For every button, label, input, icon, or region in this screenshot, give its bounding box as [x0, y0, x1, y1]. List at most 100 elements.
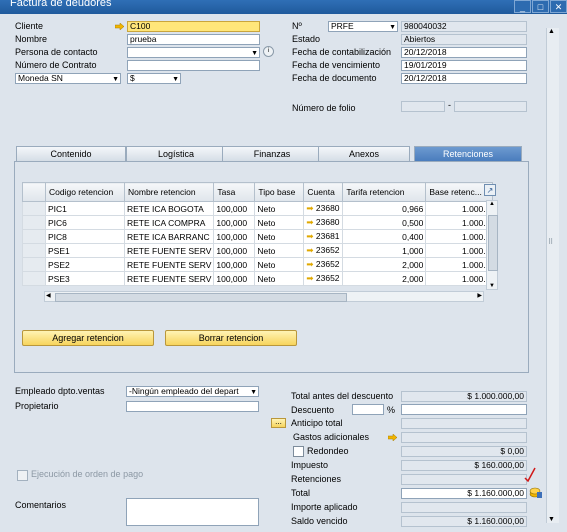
redondeo-checkbox[interactable] [293, 446, 304, 457]
table-cell[interactable]: PIC1 [45, 201, 125, 216]
table-cell[interactable]: 0,966 [342, 201, 427, 216]
comentarios-textarea[interactable] [126, 498, 259, 526]
folio-number-field[interactable] [454, 101, 527, 112]
empleado-select[interactable]: -Ningún empleado del depart ▼ [126, 386, 259, 397]
table-cell[interactable]: 1.000.0 [425, 201, 494, 216]
table-cell[interactable]: 0,400 [342, 229, 427, 244]
anticipo-dots-button[interactable]: ... [271, 418, 286, 428]
tab-finanzas[interactable]: Finanzas [222, 146, 322, 161]
scroll-up-icon[interactable]: ▲ [487, 201, 497, 207]
row-selector[interactable] [22, 201, 46, 216]
info-icon[interactable]: i [263, 46, 274, 57]
column-header[interactable]: Codigo retencion [45, 182, 125, 202]
drag-handle-icon[interactable]: ⠿ [548, 238, 557, 250]
link-arrow-icon[interactable]: ➡ [306, 259, 313, 269]
table-cell[interactable]: PIC6 [45, 215, 125, 230]
column-header[interactable]: Tipo base [254, 182, 305, 202]
table-cell[interactable]: Neto [254, 215, 305, 230]
table-cell[interactable]: RETE FUENTE SERV [123, 243, 215, 258]
table-cell[interactable]: 2,000 [342, 271, 427, 286]
column-header[interactable]: Base retenc... [425, 182, 494, 202]
moneda-type-select[interactable]: Moneda SN ▼ [15, 73, 121, 84]
table-cell[interactable]: ➡ 23680 [303, 201, 344, 216]
table-cell[interactable]: 2,000 [342, 257, 427, 272]
table-cell[interactable]: 100,000 [213, 243, 256, 258]
expand-table-icon[interactable]: ↗ [484, 184, 496, 196]
scroll-thumb[interactable] [488, 215, 498, 271]
coins-icon[interactable] [529, 485, 543, 499]
row-selector[interactable] [22, 215, 46, 230]
table-cell[interactable]: 100,000 [213, 257, 256, 272]
link-arrow-icon[interactable] [388, 434, 397, 441]
row-selector[interactable] [22, 271, 46, 286]
scroll-thumb[interactable] [55, 293, 347, 302]
table-cell[interactable]: PIC8 [45, 229, 125, 244]
table-cell[interactable]: 1.000.0 [425, 215, 494, 230]
scroll-down-icon[interactable]: ▼ [487, 283, 497, 289]
borrar-retencion-button[interactable]: Borrar retencion [165, 330, 297, 346]
table-cell[interactable]: 1,000 [342, 243, 427, 258]
link-arrow-icon[interactable]: ➡ [306, 273, 313, 283]
scroll-down-icon[interactable]: ▼ [548, 516, 555, 523]
cliente-input[interactable]: C100 [127, 21, 260, 32]
row-selector[interactable] [22, 257, 46, 272]
window-vertical-scrollbar[interactable]: ▲ ⠿ ▼ [546, 28, 559, 523]
orden-pago-checkbox[interactable] [17, 470, 28, 481]
nombre-input[interactable]: prueba [127, 34, 260, 45]
table-cell[interactable]: RETE ICA COMPRA [123, 215, 215, 230]
table-cell[interactable]: 100,000 [213, 271, 256, 286]
table-cell[interactable]: Neto [254, 257, 305, 272]
table-cell[interactable]: PSE3 [45, 271, 125, 286]
fecha-documento-input[interactable]: 20/12/2018 [401, 73, 527, 84]
table-row[interactable]: PIC6 RETE ICA COMPRA 100,000 Neto ➡ 2368… [22, 215, 494, 230]
table-cell[interactable]: ➡ 23652 [303, 271, 344, 286]
table-cell[interactable]: 100,000 [213, 229, 256, 244]
table-cell[interactable]: ➡ 23652 [303, 257, 344, 272]
table-cell[interactable]: ➡ 23680 [303, 215, 344, 230]
link-arrow-icon[interactable]: ➡ [306, 245, 313, 255]
table-cell[interactable]: RETE FUENTE SERV [123, 271, 215, 286]
persona-contacto-select[interactable]: ▼ [127, 47, 260, 58]
column-header[interactable]: Tarifa retencion [342, 182, 427, 202]
link-arrow-icon[interactable] [115, 23, 124, 30]
column-header[interactable]: Tasa [213, 182, 256, 202]
table-cell[interactable]: 1.000.0 [425, 229, 494, 244]
agregar-retencion-button[interactable]: Agregar retencion [22, 330, 154, 346]
contrato-input[interactable] [127, 60, 260, 71]
propietario-input[interactable] [126, 401, 259, 412]
table-cell[interactable]: RETE ICA BOGOTA [123, 201, 215, 216]
tab-logistica[interactable]: Logística [126, 146, 226, 161]
descuento-percent-input[interactable] [352, 404, 384, 415]
tab-retenciones[interactable]: Retenciones [414, 146, 522, 161]
table-cell[interactable]: Neto [254, 201, 305, 216]
tab-contenido[interactable]: Contenido [16, 146, 126, 161]
link-arrow-icon[interactable]: ➡ [306, 217, 313, 227]
column-header[interactable] [22, 182, 46, 202]
table-cell[interactable]: 1.000.0 [425, 257, 494, 272]
link-arrow-icon[interactable]: ➡ [306, 203, 313, 213]
table-cell[interactable]: RETE FUENTE SERV [123, 257, 215, 272]
close-button[interactable]: ✕ [550, 0, 567, 13]
table-row[interactable]: PSE1 RETE FUENTE SERV 100,000 Neto ➡ 236… [22, 243, 494, 258]
tab-anexos[interactable]: Anexos [318, 146, 410, 161]
descuento-amount-input[interactable] [401, 404, 527, 415]
link-arrow-icon[interactable]: ➡ [306, 231, 313, 241]
column-header[interactable]: Cuenta [303, 182, 344, 202]
table-horizontal-scrollbar[interactable]: ◀ ▶ [44, 291, 484, 302]
table-cell[interactable]: Neto [254, 271, 305, 286]
table-cell[interactable]: 0,500 [342, 215, 427, 230]
table-cell[interactable]: 1.000.0 [425, 243, 494, 258]
scroll-left-icon[interactable]: ◀ [46, 292, 51, 299]
table-cell[interactable]: 100,000 [213, 215, 256, 230]
table-cell[interactable]: RETE ICA BARRANC [123, 229, 215, 244]
table-cell[interactable]: Neto [254, 243, 305, 258]
row-selector[interactable] [22, 243, 46, 258]
maximize-button[interactable]: □ [532, 0, 549, 13]
table-row[interactable]: PSE3 RETE FUENTE SERV 100,000 Neto ➡ 236… [22, 271, 494, 286]
table-cell[interactable]: ➡ 23652 [303, 243, 344, 258]
table-cell[interactable]: 1.000.0 [425, 271, 494, 286]
fecha-vencimiento-input[interactable]: 19/01/2019 [401, 60, 527, 71]
table-cell[interactable]: 100,000 [213, 201, 256, 216]
table-cell[interactable]: PSE2 [45, 257, 125, 272]
table-cell[interactable]: PSE1 [45, 243, 125, 258]
